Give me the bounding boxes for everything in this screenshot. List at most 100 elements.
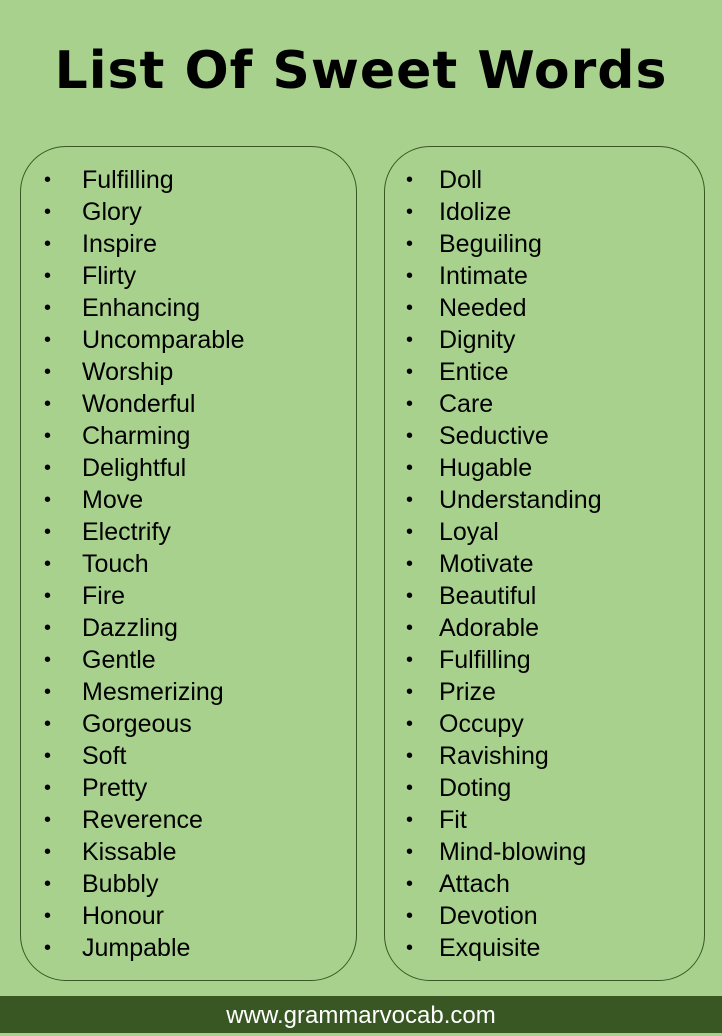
- word-text: Intimate: [439, 262, 528, 290]
- bullet-icon: •: [406, 521, 414, 543]
- bullet-icon: •: [44, 169, 52, 191]
- word-text: Ravishing: [439, 742, 549, 770]
- bullet-icon: •: [44, 777, 52, 799]
- word-text: Jumpable: [82, 934, 191, 962]
- word-text: Idolize: [439, 198, 512, 226]
- word-text: Doting: [439, 774, 512, 802]
- footer-website-link[interactable]: www.grammarvocab.com: [0, 996, 722, 1033]
- bullet-icon: •: [44, 873, 52, 895]
- bullet-icon: •: [406, 745, 414, 767]
- bullet-icon: •: [406, 553, 414, 575]
- bullet-icon: •: [406, 841, 414, 863]
- word-text: Doll: [439, 166, 483, 194]
- word-text: Seductive: [439, 422, 549, 450]
- bullet-icon: •: [44, 457, 52, 479]
- bullet-icon: •: [406, 585, 414, 607]
- bullet-icon: •: [44, 905, 52, 927]
- bullet-icon: •: [406, 361, 414, 383]
- bullet-icon: •: [406, 873, 414, 895]
- word-text: Flirty: [82, 262, 137, 290]
- bullet-icon: •: [406, 617, 414, 639]
- word-text: Fire: [82, 582, 126, 610]
- bullet-icon: •: [44, 489, 52, 511]
- word-text: Prize: [439, 678, 496, 706]
- word-text: Understanding: [439, 486, 602, 514]
- bullet-icon: •: [44, 809, 52, 831]
- bullet-icon: •: [44, 297, 52, 319]
- word-text: Glory: [82, 198, 142, 226]
- word-text: Devotion: [439, 902, 538, 930]
- word-list-left: • Fulfilling • Glory • Inspire • Flirty • Enhanci…: [20, 146, 357, 981]
- bullet-icon: •: [44, 841, 52, 863]
- bullet-icon: •: [44, 233, 52, 255]
- word-text: Fulfilling: [82, 166, 174, 194]
- bullet-icon: •: [44, 425, 52, 447]
- bullet-icon: •: [44, 393, 52, 415]
- bullet-icon: •: [406, 297, 414, 319]
- bullet-icon: •: [44, 713, 52, 735]
- bullet-icon: •: [44, 265, 52, 287]
- bullet-icon: •: [406, 169, 414, 191]
- word-text: Inspire: [82, 230, 158, 258]
- word-text: Move: [82, 486, 144, 514]
- bullet-icon: •: [406, 425, 414, 447]
- word-text: Motivate: [439, 550, 534, 578]
- bullet-icon: •: [406, 265, 414, 287]
- word-text: Loyal: [439, 518, 499, 546]
- word-text: Fit: [439, 806, 467, 834]
- word-text: Care: [439, 390, 494, 418]
- bullet-icon: •: [406, 777, 414, 799]
- bullet-icon: •: [406, 393, 414, 415]
- word-text: Honour: [82, 902, 164, 930]
- word-text: Soft: [82, 742, 127, 770]
- word-text: Charming: [82, 422, 191, 450]
- word-text: Fulfilling: [439, 646, 531, 674]
- word-text: Attach: [439, 870, 510, 898]
- word-text: Dazzling: [82, 614, 178, 642]
- bullet-icon: •: [44, 745, 52, 767]
- bullet-icon: •: [44, 329, 52, 351]
- bullet-icon: •: [44, 937, 52, 959]
- bullet-icon: •: [406, 649, 414, 671]
- word-text: Beguiling: [439, 230, 542, 258]
- word-text: Occupy: [439, 710, 524, 738]
- word-text: Uncomparable: [82, 326, 245, 354]
- bullet-icon: •: [406, 905, 414, 927]
- word-text: Exquisite: [439, 934, 541, 962]
- bullet-icon: •: [44, 681, 52, 703]
- bullet-icon: •: [406, 201, 414, 223]
- word-text: Enhancing: [82, 294, 201, 322]
- bullet-icon: •: [44, 553, 52, 575]
- bullet-icon: •: [44, 201, 52, 223]
- bullet-icon: •: [406, 809, 414, 831]
- word-text: Worship: [82, 358, 174, 386]
- word-text: Electrify: [82, 518, 171, 546]
- word-text: Delightful: [82, 454, 187, 482]
- word-text: Entice: [439, 358, 509, 386]
- page-title: List Of Sweet Words: [54, 41, 668, 101]
- word-text: Reverence: [82, 806, 203, 834]
- word-text: Mesmerizing: [82, 678, 224, 706]
- bullet-icon: •: [44, 585, 52, 607]
- word-text: Touch: [82, 550, 149, 578]
- bullet-icon: •: [406, 937, 414, 959]
- word-text: Gentle: [82, 646, 156, 674]
- word-text: Needed: [439, 294, 527, 322]
- bullet-icon: •: [406, 233, 414, 255]
- bullet-icon: •: [406, 681, 414, 703]
- bullet-icon: •: [406, 489, 414, 511]
- word-text: Kissable: [82, 838, 177, 866]
- word-text: Pretty: [82, 774, 148, 802]
- word-text: Wonderful: [82, 390, 196, 418]
- bullet-icon: •: [406, 713, 414, 735]
- word-text: Dignity: [439, 326, 516, 354]
- word-text: Adorable: [439, 614, 540, 642]
- bullet-icon: •: [44, 617, 52, 639]
- bullet-icon: •: [44, 649, 52, 671]
- bullet-icon: •: [44, 521, 52, 543]
- word-text: Hugable: [439, 454, 533, 482]
- bullet-icon: •: [406, 457, 414, 479]
- word-text: Mind-blowing: [439, 838, 587, 866]
- word-text: Bubbly: [82, 870, 159, 898]
- word-list-right: • Doll • Idolize • Beguiling • Intimate • Needed •…: [384, 146, 705, 981]
